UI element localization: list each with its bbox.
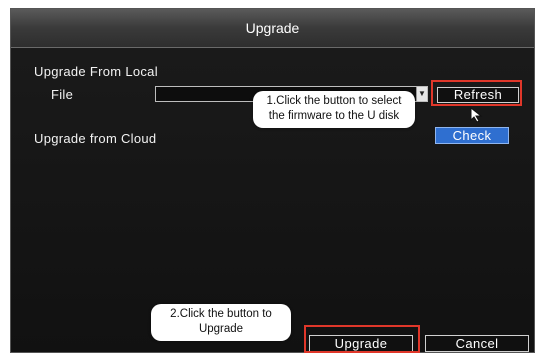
- upgrade-from-local-label: Upgrade From Local: [34, 64, 158, 79]
- callout-upgrade-line2: Upgrade: [198, 323, 244, 335]
- file-label: File: [51, 87, 74, 102]
- callout-upgrade-line1: 2.Click the button to: [170, 308, 272, 320]
- upgrade-dialog: Upgrade Upgrade From Local File ▼ Refres…: [10, 8, 535, 353]
- callout-select-firmware-line2: the firmware to the U disk: [268, 110, 400, 122]
- upgrade-from-cloud-label: Upgrade from Cloud: [34, 131, 157, 146]
- refresh-highlight-box: [431, 80, 522, 106]
- chevron-down-icon[interactable]: ▼: [416, 87, 427, 101]
- callout-select-firmware-line1: 1.Click the button to select: [266, 95, 402, 107]
- upgrade-highlight-box: [304, 325, 420, 353]
- cancel-button[interactable]: Cancel: [425, 335, 529, 352]
- cursor-arrow-icon: [470, 107, 483, 123]
- callout-select-firmware: 1.Click the button to select the firmwar…: [253, 91, 415, 128]
- check-button[interactable]: Check: [435, 127, 509, 144]
- callout-upgrade: 2.Click the button to Upgrade: [151, 304, 291, 341]
- dialog-title: Upgrade: [11, 9, 534, 48]
